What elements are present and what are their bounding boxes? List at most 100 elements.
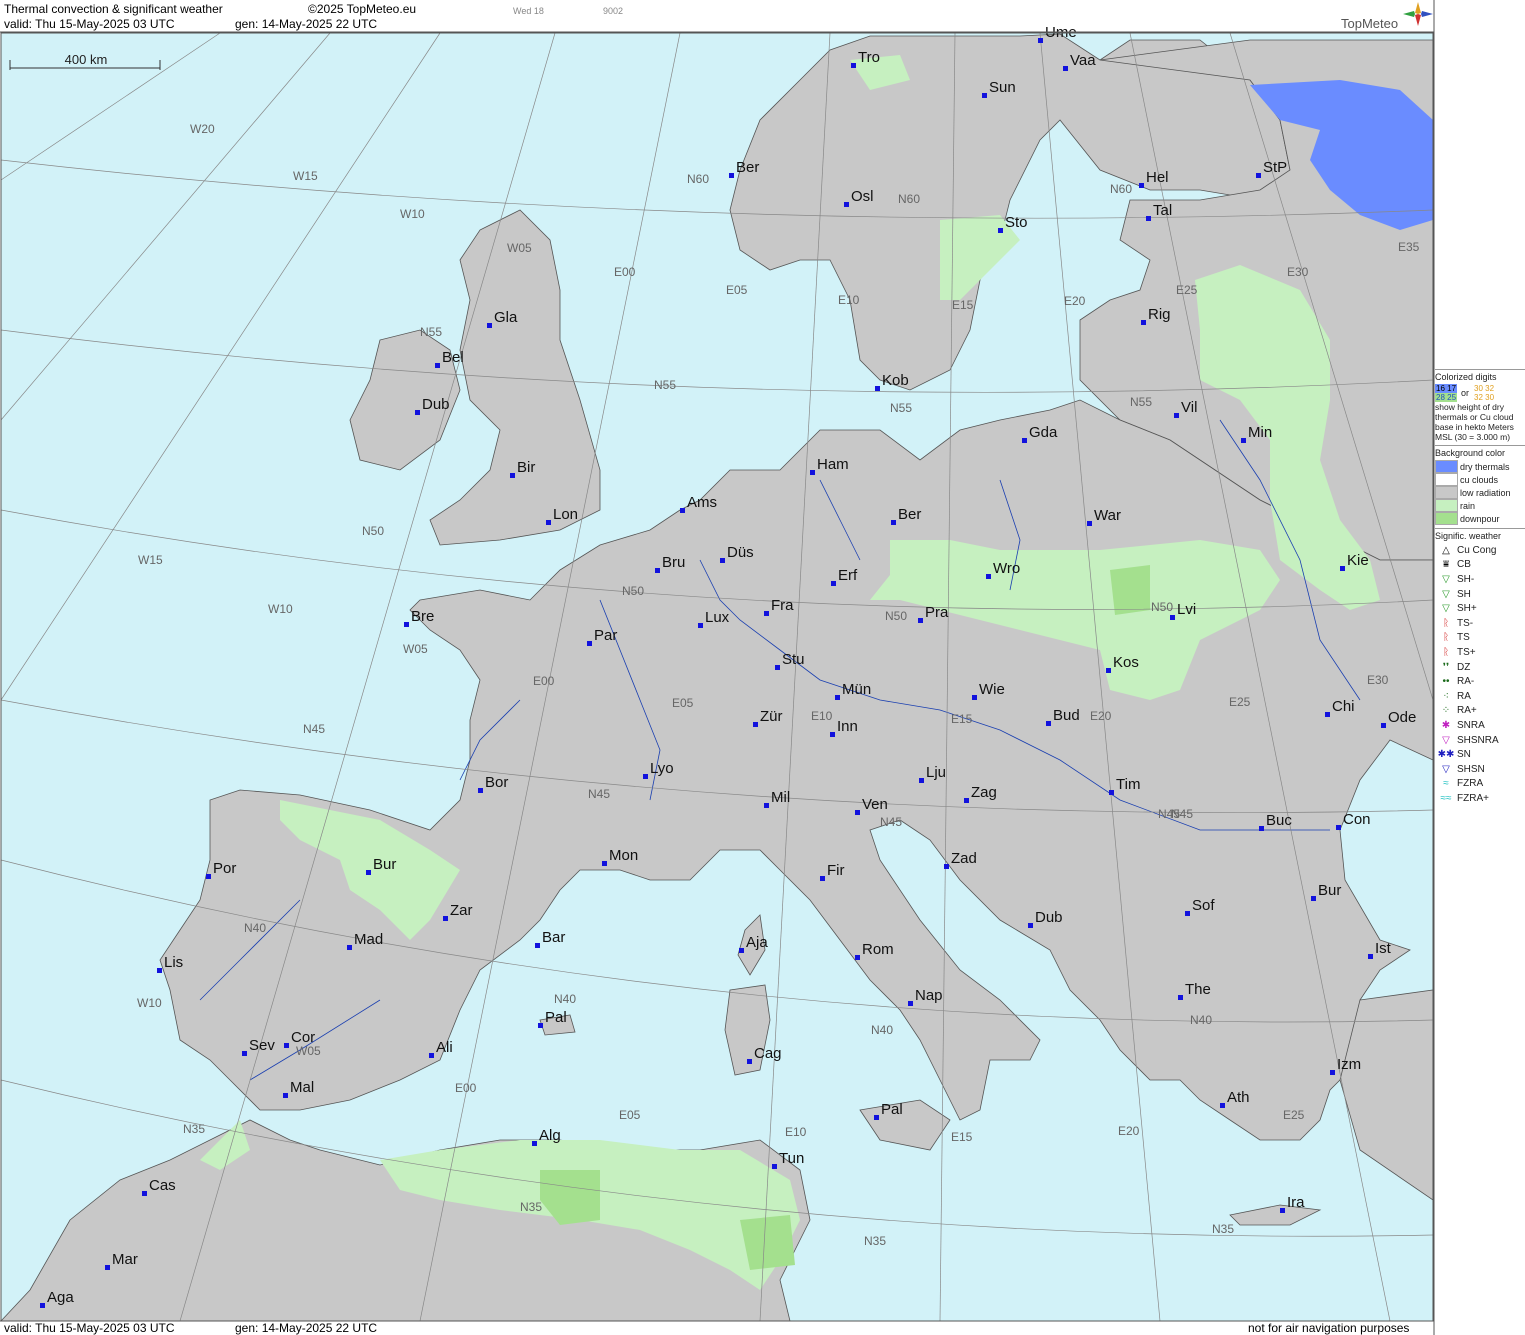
- city-dot: [105, 1265, 110, 1270]
- city-dot: [972, 695, 977, 700]
- city-dot: [1106, 668, 1111, 673]
- legend-sigwx-item: ▽ SH: [1435, 587, 1525, 602]
- city-label: Ist: [1375, 940, 1392, 957]
- legend-sigwx-item: ≈≈ FZRA+: [1435, 791, 1525, 806]
- grid-label: E05: [619, 1108, 641, 1122]
- city-label: Mün: [842, 681, 871, 698]
- grid-label: E15: [951, 1130, 973, 1144]
- city-label: Gla: [494, 309, 518, 326]
- weather-symbol-icon: ▽: [1442, 763, 1450, 775]
- city-label: Gda: [1029, 424, 1058, 441]
- city-label: Wie: [979, 681, 1005, 698]
- legend-background-title: Background color: [1435, 448, 1506, 458]
- legend-sigwx-label: RA: [1457, 690, 1471, 702]
- weather-symbol-icon: ⁖: [1443, 690, 1449, 702]
- weather-symbol-icon: ▽: [1442, 734, 1450, 746]
- grid-label: N50: [1151, 600, 1173, 614]
- grid-label: N40: [244, 921, 266, 935]
- city-dot: [1259, 826, 1264, 831]
- city-label: Dub: [422, 396, 450, 413]
- grid-label: E10: [838, 293, 860, 307]
- grid-label: N45: [1158, 807, 1180, 821]
- legend-bg-label: dry thermals: [1460, 461, 1510, 472]
- city-dot: [764, 803, 769, 808]
- legend-sigwx-item: ▽ SH-: [1435, 572, 1525, 587]
- city-dot: [142, 1191, 147, 1196]
- city-dot: [1139, 183, 1144, 188]
- grid-label: E15: [952, 298, 974, 312]
- city-label: Ber: [736, 159, 759, 176]
- legend-digits-section: Colorized digits 16 17 28 25 or 30 32 32…: [1435, 369, 1525, 442]
- grid-label: N40: [554, 992, 576, 1006]
- city-dot: [830, 732, 835, 737]
- city-dot: [810, 470, 815, 475]
- legend-bg-label: rain: [1460, 500, 1476, 511]
- city-dot: [1336, 825, 1341, 830]
- city-dot: [655, 568, 660, 573]
- legend-sigwx-label: SN: [1457, 749, 1471, 761]
- city-label: Pal: [881, 1101, 903, 1118]
- city-label: Aga: [47, 1289, 74, 1306]
- city-dot: [242, 1051, 247, 1056]
- city-label: Bur: [373, 856, 396, 873]
- city-dot: [874, 1115, 879, 1120]
- city-label: Mad: [354, 931, 383, 948]
- city-dot: [844, 202, 849, 207]
- weather-symbol-icon: ▽: [1442, 588, 1450, 600]
- legend-sigwx-label: DZ: [1457, 661, 1471, 673]
- city-label: Rom: [862, 941, 894, 958]
- city-label: Bre: [411, 608, 434, 625]
- city-label: Sof: [1192, 897, 1215, 914]
- city-label: Mon: [609, 847, 638, 864]
- city-label: War: [1094, 507, 1121, 524]
- grid-label: E20: [1090, 709, 1112, 723]
- legend-sigwx-item: ⁘ RA+: [1435, 704, 1525, 719]
- grid-label: N60: [898, 192, 920, 206]
- legend-sigwx-title: Signific. weather: [1435, 531, 1502, 541]
- city-dot: [835, 695, 840, 700]
- legend-bg-item: rain: [1435, 499, 1525, 512]
- weather-symbol-icon: ᚱ: [1443, 646, 1449, 658]
- city-label: Fra: [771, 597, 794, 614]
- grid-label: W05: [507, 241, 532, 255]
- city-label: Tun: [779, 1150, 804, 1167]
- legend-sigwx-label: RA-: [1457, 676, 1475, 688]
- city-dot: [1087, 521, 1092, 526]
- city-label: Sun: [989, 79, 1016, 96]
- city-label: Con: [1343, 811, 1371, 828]
- city-dot: [775, 665, 780, 670]
- grid-label: N55: [1130, 395, 1152, 409]
- city-label: Sto: [1005, 214, 1028, 231]
- legend-sigwx-label: FZRA+: [1457, 792, 1489, 804]
- weather-symbol-icon: ••: [1442, 676, 1450, 688]
- grid-label: E25: [1229, 695, 1251, 709]
- weather-symbol-icon: ▽: [1442, 573, 1450, 585]
- footer-valid-time: valid: Thu 15-May-2025 03 UTC: [4, 1321, 175, 1335]
- grid-label: N35: [520, 1200, 542, 1214]
- legend-sigwx-item: ᚱ TS: [1435, 631, 1525, 646]
- city-dot: [764, 611, 769, 616]
- city-dot: [851, 63, 856, 68]
- grid-label: N45: [588, 787, 610, 801]
- grid-label: W05: [296, 1044, 321, 1058]
- grid-label: W10: [137, 996, 162, 1010]
- legend-sigwx-label: SNRA: [1457, 719, 1485, 731]
- city-dot: [1330, 1070, 1335, 1075]
- legend-sigwx-label: TS: [1457, 632, 1470, 644]
- weather-symbol-icon: ≈≈: [1440, 792, 1452, 804]
- city-label: Lon: [553, 506, 578, 523]
- grid-label: N35: [1212, 1222, 1234, 1236]
- city-dot: [284, 1043, 289, 1048]
- city-label: Par: [594, 627, 617, 644]
- city-dot: [831, 581, 836, 586]
- legend-bg-item: cu clouds: [1435, 473, 1525, 486]
- city-dot: [698, 623, 703, 628]
- city-label: Erf: [838, 567, 858, 584]
- city-label: StP: [1263, 159, 1287, 176]
- city-label: Kob: [882, 372, 909, 389]
- legend-bg-swatch: [1435, 486, 1458, 499]
- legend-sigwx-label: SH-: [1457, 573, 1475, 585]
- city-dot: [820, 876, 825, 881]
- city-dot: [587, 641, 592, 646]
- legend-bg-item: dry thermals: [1435, 460, 1525, 473]
